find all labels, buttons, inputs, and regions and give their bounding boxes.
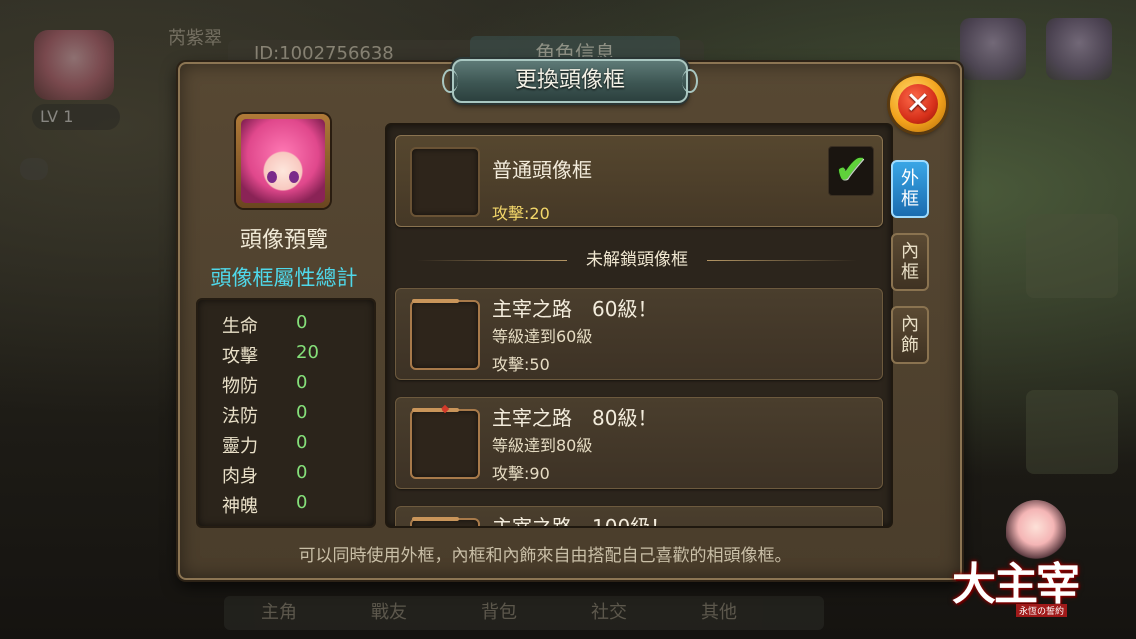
eye-icon xyxy=(289,171,299,183)
eye-icon xyxy=(267,171,277,183)
frame-requirement: 等級達到60級 xyxy=(492,327,593,346)
close-icon: ✕ xyxy=(898,84,938,124)
stat-name: 靈力 xyxy=(222,436,258,457)
nav-hero[interactable]: 主角 xyxy=(224,596,334,630)
nav-bag[interactable]: 背包 xyxy=(444,596,554,630)
avatar-portrait xyxy=(241,119,325,203)
nav-social[interactable]: 社交 xyxy=(554,596,664,630)
player-name: 芮紫翠 xyxy=(168,28,222,49)
player-level: LV 1 xyxy=(32,104,120,130)
frame-name: 普通頭像框 xyxy=(492,158,592,182)
hint-text: 可以同時使用外框，內框和內飾來自由搭配自己喜歡的相頭像框。 xyxy=(298,546,792,566)
close-button[interactable]: ✕ xyxy=(890,76,946,132)
frame-item-current[interactable]: 普通頭像框 攻擊:20 ✔ xyxy=(395,135,883,227)
frame-thumbnail xyxy=(410,404,480,479)
attr-total-title: 頭像框屬性總計 xyxy=(210,266,358,290)
newbie-gear-button[interactable] xyxy=(1026,214,1118,298)
nav-other[interactable]: 其他 xyxy=(664,596,774,630)
stat-value: 0 xyxy=(296,312,308,333)
stat-name: 法防 xyxy=(222,406,258,427)
stat-value: 0 xyxy=(296,492,308,513)
checkmark-icon: ✔ xyxy=(828,146,874,196)
tab-inner-frame[interactable]: 內框 xyxy=(891,233,929,291)
frame-attack: 攻擊:90 xyxy=(492,464,550,483)
locked-frames-header: 未解鎖頭像框 xyxy=(417,247,857,273)
stat-row: 神魄 0 xyxy=(222,492,362,522)
stat-value: 0 xyxy=(296,402,308,423)
frame-name: 主宰之路 100級！ xyxy=(492,515,671,528)
stat-name: 肉身 xyxy=(222,466,258,487)
frame-attack: 攻擊:50 xyxy=(492,355,550,374)
avatar-preview xyxy=(236,114,330,208)
stat-value: 20 xyxy=(296,342,319,363)
bottom-nav: 主角 戰友 背包 社交 其他 xyxy=(224,596,824,630)
stat-name: 物防 xyxy=(222,376,258,397)
frame-name: 主宰之路 60級！ xyxy=(492,297,658,321)
frame-item-locked[interactable]: 主宰之路 100級！ xyxy=(395,506,883,528)
frame-thumbnail xyxy=(410,517,480,526)
frame-thumbnail xyxy=(410,299,480,370)
stat-row: 攻擊 20 xyxy=(222,342,362,372)
stat-row: 肉身 0 xyxy=(222,462,362,492)
frame-thumbnail xyxy=(410,147,480,217)
stat-name: 攻擊 xyxy=(222,346,258,367)
stat-value: 0 xyxy=(296,372,308,393)
event-icon[interactable] xyxy=(960,18,1026,80)
stat-name: 神魄 xyxy=(222,496,258,517)
frame-list[interactable]: 普通頭像框 攻擊:20 ✔ 未解鎖頭像框 主宰之路 60級！ 等級達到60級 攻… xyxy=(385,123,893,528)
stat-row: 生命 0 xyxy=(222,312,362,342)
stat-value: 0 xyxy=(296,462,308,483)
stat-name: 生命 xyxy=(222,316,258,337)
logo-title: 大主宰 xyxy=(952,559,1080,610)
tab-decoration[interactable]: 內飾 xyxy=(891,306,929,364)
preview-label: 頭像預覽 xyxy=(239,228,328,253)
frame-item-locked[interactable]: 主宰之路 80級！ 等級達到80級 攻擊:90 xyxy=(395,397,883,489)
chat-icon[interactable] xyxy=(20,158,48,180)
nav-partner[interactable]: 戰友 xyxy=(334,596,444,630)
tab-outer-frame[interactable]: 外框 xyxy=(891,160,929,218)
player-avatar[interactable] xyxy=(34,30,114,100)
logo-subtitle: 永恆の誓約 xyxy=(1016,604,1068,617)
stat-row: 靈力 0 xyxy=(222,432,362,462)
support-button[interactable] xyxy=(1026,390,1118,474)
game-logo: 大主宰 永恆の誓約 xyxy=(952,500,1092,630)
limited-event-icon[interactable] xyxy=(1046,18,1112,80)
stat-row: 法防 0 xyxy=(222,402,362,432)
stat-panel: 生命 0 攻擊 20 物防 0 法防 0 靈力 0 肉身 0 神魄 0 xyxy=(196,298,376,528)
dialog-title: 更換頭像框 xyxy=(442,59,698,103)
frame-requirement: 等級達到80級 xyxy=(492,436,593,455)
stat-value: 0 xyxy=(296,432,308,453)
frame-item-locked[interactable]: 主宰之路 60級！ 等級達到60級 攻擊:50 xyxy=(395,288,883,380)
frame-name: 主宰之路 80級！ xyxy=(492,406,658,430)
stat-row: 物防 0 xyxy=(222,372,362,402)
frame-attack: 攻擊:20 xyxy=(492,204,550,223)
gem-icon xyxy=(440,404,450,414)
